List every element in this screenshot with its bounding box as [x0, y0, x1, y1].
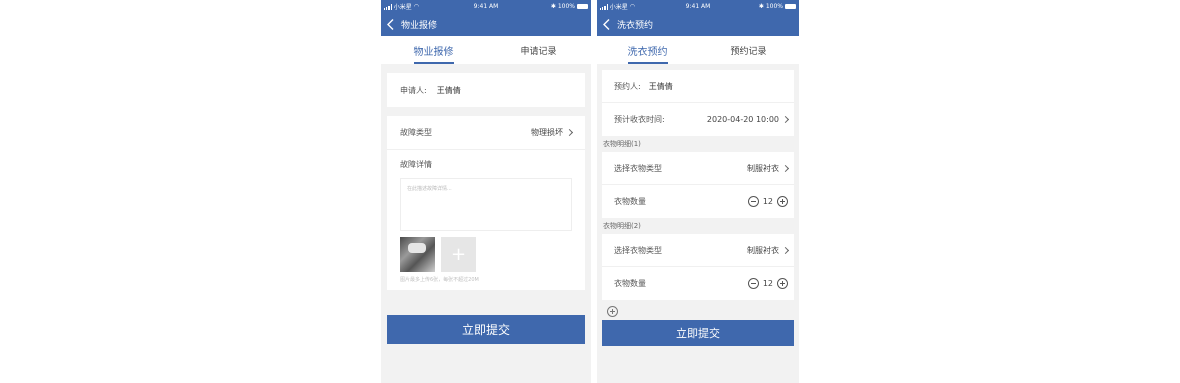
tab-repair[interactable]: 物业报修 [381, 36, 486, 64]
page-title: 物业报修 [401, 21, 438, 31]
pickup-time-row[interactable]: 预计收衣时间: 2020-04-20 10:00 [602, 103, 794, 136]
reserver-label: 预约人: [614, 81, 641, 91]
chevron-right-icon [781, 164, 790, 172]
photo-list: + [400, 237, 572, 272]
uploaded-photo[interactable] [400, 237, 435, 272]
submit-button[interactable]: 立即提交 [602, 320, 794, 346]
submit-button[interactable]: 立即提交 [387, 315, 585, 344]
quantity-value: 12 [762, 197, 773, 206]
applicant-value: 王倩倩 [436, 85, 461, 95]
reserver-value: 王倩倩 [648, 81, 673, 91]
minus-icon[interactable] [747, 196, 759, 207]
carrier-name: 小米星 [393, 4, 412, 11]
quantity-stepper: 12 [747, 196, 788, 207]
clothing-qty-label: 衣物数量 [614, 197, 646, 206]
clothing-qty-row: 衣物数量 12 [602, 267, 794, 300]
fault-type-row[interactable]: 故障类型 物理损坏 [387, 116, 585, 150]
battery-icon [785, 4, 796, 9]
tab-laundry-booking[interactable]: 洗衣预约 [597, 36, 698, 64]
chevron-right-icon [565, 128, 574, 137]
pickup-time-value: 2020-04-20 10:00 [706, 115, 779, 124]
back-icon[interactable] [603, 19, 612, 31]
page-title: 洗衣预约 [617, 21, 654, 31]
status-bar: 小米星 ◠ 9:41 AM ✱ 100% [597, 0, 799, 13]
laundry-screen: 小米星 ◠ 9:41 AM ✱ 100% 洗衣预约 洗衣预约 预约记录 预约人:… [597, 0, 799, 383]
photo-hint: 图片最多上传6张，每张不超过20M [400, 277, 479, 283]
clothing-group-card: 选择衣物类型 制服衬衣 衣物数量 12 [602, 234, 794, 300]
clothing-group-header: 衣物明细(2) [603, 222, 641, 230]
nav-bar: 物业报修 [381, 13, 591, 36]
bluetooth-icon: ✱ [758, 3, 764, 10]
add-circle-icon[interactable] [607, 306, 618, 317]
battery-percent: 100% [557, 3, 575, 10]
clothing-qty-row: 衣物数量 12 [602, 185, 794, 218]
tab-booking-records[interactable]: 预约记录 [698, 36, 799, 64]
nav-bar: 洗衣预约 [597, 13, 799, 36]
clothing-type-label: 选择衣物类型 [614, 245, 662, 255]
battery-icon [577, 4, 588, 9]
applicant-card: 申请人: 王倩倩 [387, 73, 585, 107]
carrier-name: 小米星 [609, 4, 628, 11]
applicant-label: 申请人: [400, 85, 427, 95]
plus-icon[interactable] [777, 196, 788, 207]
booking-info-card: 预约人: 王倩倩 预计收衣时间: 2020-04-20 10:00 [602, 70, 794, 136]
signal-icon [384, 3, 392, 10]
clothing-type-label: 选择衣物类型 [614, 163, 662, 173]
plus-icon: + [450, 244, 467, 265]
repair-screen: 小米星 ◠ 9:41 AM ✱ 100% 物业报修 物业报修 申请记录 申请人:… [381, 0, 591, 383]
tab-records[interactable]: 申请记录 [486, 36, 591, 64]
wifi-icon: ◠ [413, 3, 420, 10]
fault-card: 故障类型 物理损坏 故障详情 在此描述故障详情... + 图片最多上传6张，每张… [387, 116, 585, 290]
plus-icon[interactable] [777, 278, 788, 289]
quantity-stepper: 12 [747, 278, 788, 289]
add-photo-button[interactable]: + [441, 237, 476, 272]
clothing-group-header: 衣物明细(1) [603, 140, 641, 148]
wifi-icon: ◠ [629, 3, 636, 10]
fault-detail-header: 故障详情 [387, 150, 585, 178]
status-bar: 小米星 ◠ 9:41 AM ✱ 100% [381, 0, 591, 13]
clothing-qty-label: 衣物数量 [614, 279, 646, 288]
fault-type-label: 故障类型 [400, 128, 432, 137]
chevron-right-icon [781, 246, 790, 254]
tab-bar: 物业报修 申请记录 [381, 36, 591, 64]
clothing-type-row[interactable]: 选择衣物类型 制服衬衣 [602, 234, 794, 267]
clothing-type-row[interactable]: 选择衣物类型 制服衬衣 [602, 152, 794, 185]
clothing-type-value: 制服衬衣 [747, 245, 779, 255]
fault-detail-label: 故障详情 [400, 159, 432, 169]
pickup-time-label: 预计收衣时间: [614, 115, 665, 124]
bluetooth-icon: ✱ [550, 3, 556, 10]
back-icon[interactable] [387, 19, 396, 31]
fault-detail-input[interactable]: 在此描述故障详情... [400, 178, 572, 231]
clothing-group-card: 选择衣物类型 制服衬衣 衣物数量 12 [602, 152, 794, 218]
fault-type-value: 物理损坏 [531, 128, 563, 137]
minus-icon[interactable] [747, 278, 759, 289]
signal-icon [600, 3, 608, 10]
quantity-value: 12 [762, 279, 773, 288]
battery-percent: 100% [765, 3, 783, 10]
chevron-right-icon [781, 115, 790, 124]
clothing-type-value: 制服衬衣 [747, 163, 779, 173]
tab-bar: 洗衣预约 预约记录 [597, 36, 799, 64]
